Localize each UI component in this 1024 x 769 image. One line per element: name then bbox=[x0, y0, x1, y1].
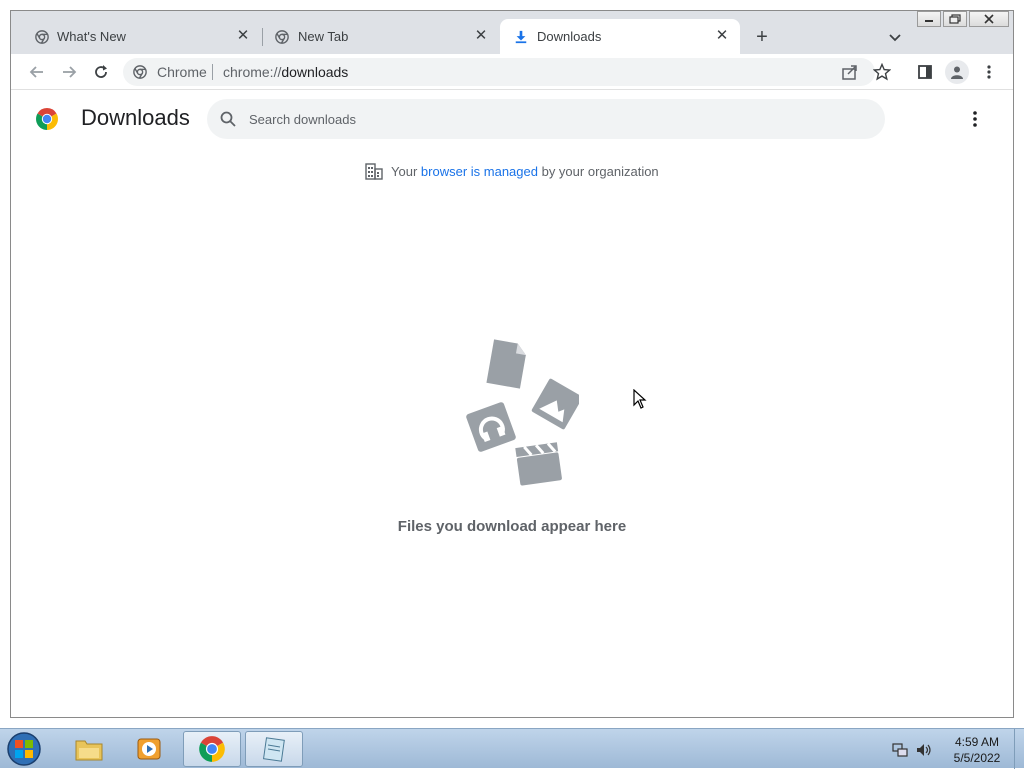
site-chip[interactable]: Chrome bbox=[157, 64, 207, 80]
chrome-icon bbox=[133, 65, 147, 79]
video-clapper-icon bbox=[515, 442, 562, 486]
restore-icon bbox=[949, 14, 961, 24]
page-title: Downloads bbox=[81, 105, 190, 130]
taskbar: 4:59 AM 5/5/2022 bbox=[0, 728, 1024, 769]
close-icon[interactable]: ✕ bbox=[714, 28, 730, 44]
managed-suffix: by your organization bbox=[541, 163, 659, 179]
tab-title: What's New bbox=[57, 29, 126, 44]
minimize-icon bbox=[925, 20, 933, 22]
reload-button[interactable] bbox=[91, 62, 111, 82]
chrome-icon bbox=[275, 30, 289, 44]
tab-downloads[interactable]: Downloads ✕ bbox=[500, 19, 740, 54]
close-icon[interactable]: ✕ bbox=[235, 28, 251, 44]
address-bar[interactable]: Chrome chrome://downloads bbox=[123, 58, 891, 86]
side-panel-button[interactable] bbox=[915, 62, 935, 82]
building-icon bbox=[365, 163, 383, 180]
managed-link[interactable]: browser is managed bbox=[421, 164, 538, 179]
kebab-menu-icon[interactable] bbox=[965, 109, 985, 129]
side-panel-icon bbox=[918, 65, 932, 79]
empty-state-message: Files you download appear here bbox=[397, 518, 627, 535]
media-player-icon bbox=[137, 738, 161, 760]
image-icon bbox=[531, 378, 579, 430]
download-icon bbox=[515, 30, 527, 44]
clock-date[interactable]: 5/5/2022 bbox=[942, 751, 1012, 765]
url-host: downloads bbox=[281, 64, 349, 80]
volume-icon[interactable] bbox=[916, 742, 932, 758]
search-input[interactable] bbox=[247, 109, 847, 129]
clock-time[interactable]: 4:59 AM bbox=[942, 735, 1012, 749]
minimize-button[interactable] bbox=[917, 11, 941, 27]
notepad-icon bbox=[262, 737, 285, 762]
close-icon bbox=[984, 14, 994, 24]
arrow-left-icon bbox=[29, 66, 43, 78]
network-icon[interactable] bbox=[892, 742, 908, 758]
show-desktop-button[interactable] bbox=[1014, 729, 1024, 769]
taskbar-file-explorer[interactable] bbox=[60, 731, 118, 767]
divider bbox=[212, 64, 213, 80]
search-bar[interactable] bbox=[207, 99, 885, 139]
tab-whats-new[interactable]: What's New ✕ bbox=[11, 19, 261, 54]
url-scheme: chrome:// bbox=[223, 64, 282, 80]
chevron-down-icon[interactable] bbox=[885, 29, 905, 47]
downloads-page: Downloads Your browser bbox=[11, 91, 1013, 717]
avatar-icon bbox=[951, 66, 963, 79]
folder-icon bbox=[75, 740, 103, 761]
browser-window: What's New ✕ New Tab ✕ Downloads ✕ + Chr… bbox=[10, 10, 1014, 718]
bookmark-star-icon[interactable] bbox=[873, 63, 891, 81]
chrome-icon bbox=[35, 30, 49, 44]
managed-prefix: Your bbox=[391, 163, 418, 179]
music-icon bbox=[466, 402, 516, 452]
chrome-icon bbox=[199, 736, 225, 762]
start-orb-icon[interactable] bbox=[4, 730, 44, 768]
new-tab-button[interactable]: + bbox=[751, 27, 773, 49]
profile-button[interactable] bbox=[945, 60, 969, 84]
reload-icon bbox=[95, 65, 107, 78]
empty-downloads-illustration bbox=[466, 339, 579, 486]
share-icon[interactable] bbox=[841, 63, 859, 81]
mouse-cursor-icon bbox=[633, 389, 647, 409]
kebab-menu-icon bbox=[987, 65, 991, 79]
taskbar-notepad[interactable] bbox=[245, 731, 303, 767]
search-icon bbox=[220, 111, 236, 127]
desktop: What's New ✕ New Tab ✕ Downloads ✕ + Chr… bbox=[0, 0, 1024, 769]
restore-button[interactable] bbox=[943, 11, 967, 27]
tab-new-tab[interactable]: New Tab ✕ bbox=[261, 19, 499, 54]
tab-title: Downloads bbox=[537, 29, 602, 44]
browser-toolbar: Chrome chrome://downloads bbox=[11, 54, 1013, 90]
url-text[interactable]: chrome://downloads bbox=[223, 64, 348, 80]
managed-notice: Your browser is managed by your organiza… bbox=[365, 161, 659, 181]
taskbar-chrome[interactable] bbox=[183, 731, 241, 767]
chrome-logo-icon bbox=[36, 108, 58, 130]
tab-title: New Tab bbox=[298, 29, 349, 44]
close-window-button[interactable] bbox=[969, 11, 1009, 27]
system-tray: 4:59 AM 5/5/2022 bbox=[888, 731, 1024, 767]
document-icon bbox=[486, 339, 526, 389]
close-icon[interactable]: ✕ bbox=[473, 28, 489, 44]
chrome-menu-button[interactable] bbox=[979, 62, 999, 82]
back-button[interactable] bbox=[27, 62, 47, 82]
taskbar-media-player[interactable] bbox=[120, 731, 178, 767]
arrow-right-icon bbox=[63, 66, 77, 78]
window-controls bbox=[917, 11, 1011, 29]
tab-strip: What's New ✕ New Tab ✕ Downloads ✕ + bbox=[11, 11, 1013, 54]
forward-button[interactable] bbox=[59, 62, 79, 82]
